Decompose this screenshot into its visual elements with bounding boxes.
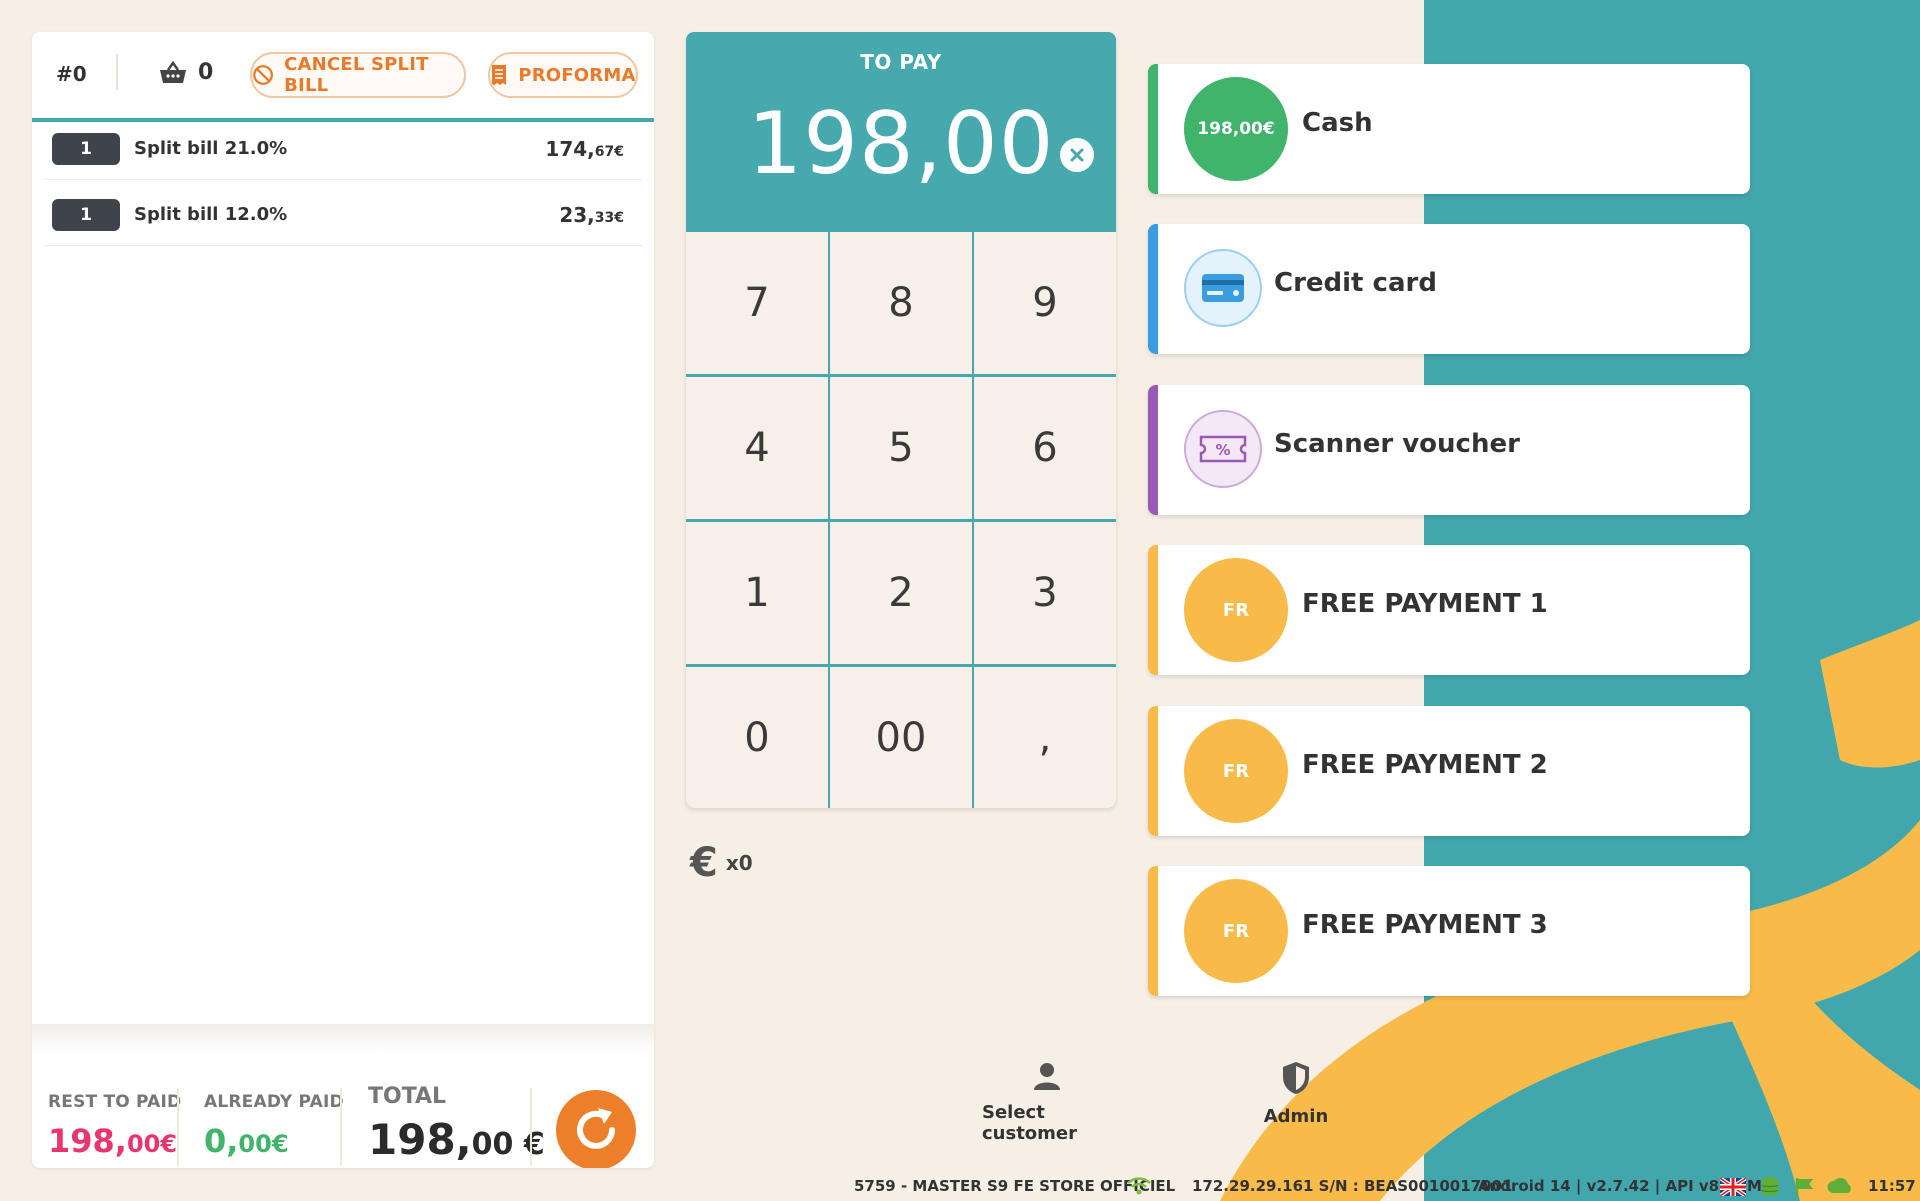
basket-counter[interactable]: 0 <box>158 60 213 85</box>
total-label: TOTAL <box>368 1084 447 1109</box>
cancel-split-bill-button[interactable]: CANCEL SPLIT BILL <box>250 52 466 98</box>
database-icon <box>1761 1177 1779 1196</box>
payment-free-2-button[interactable]: FR FREE PAYMENT 2 <box>1148 706 1750 836</box>
clock-time: 11:57 <box>1868 1177 1916 1195</box>
rest-to-pay-label: REST TO PAID <box>48 1092 182 1112</box>
status-bar: 5759 - MASTER S9 FE STORE OFFICIEL 172.2… <box>0 1172 1920 1201</box>
bill-line-amount: 23,33€ <box>559 202 624 227</box>
payment-label: FREE PAYMENT 1 <box>1302 589 1548 619</box>
footer-divider <box>340 1088 342 1166</box>
header-divider <box>116 54 118 90</box>
key-6[interactable]: 6 <box>974 377 1116 519</box>
payment-credit-card-button[interactable]: Credit card <box>1148 224 1750 354</box>
fr-circle: FR <box>1184 558 1288 662</box>
already-paid: ALREADY PAID 0,00€ <box>204 1092 344 1160</box>
euro-multiplier[interactable]: € x0 <box>690 840 753 886</box>
payment-accent <box>1148 545 1158 675</box>
quantity-badge: 1 <box>52 132 120 165</box>
key-00[interactable]: 00 <box>830 667 972 808</box>
payment-accent <box>1148 706 1158 836</box>
select-customer-button[interactable]: Select customer <box>982 1060 1112 1144</box>
wifi-icon <box>1127 1177 1151 1195</box>
payment-label: Cash <box>1302 108 1373 138</box>
payment-scanner-voucher-button[interactable]: % Scanner voucher <box>1148 385 1750 515</box>
key-5[interactable]: 5 <box>830 377 972 519</box>
footer-divider <box>530 1088 532 1166</box>
rest-to-pay-value: 198,00€ <box>48 1122 178 1160</box>
payment-accent <box>1148 385 1158 515</box>
proforma-button[interactable]: PROFORMA <box>488 52 638 98</box>
footer-divider <box>177 1088 179 1166</box>
credit-card-icon <box>1184 249 1262 327</box>
voucher-icon: % <box>1184 410 1262 488</box>
order-header: #0 0 CANCEL SPLIT BILL PROFORMA <box>32 32 654 118</box>
payment-accent <box>1148 224 1158 354</box>
total-value: 198,00 € <box>368 1115 545 1164</box>
refresh-icon <box>577 1108 615 1149</box>
payment-cash-button[interactable]: 198,00€ Cash <box>1148 64 1750 194</box>
bill-line-2[interactable]: 1 Split bill 12.0% 23,33€ <box>44 184 642 246</box>
cancel-split-bill-label: CANCEL SPLIT BILL <box>284 54 429 96</box>
already-paid-label: ALREADY PAID <box>204 1092 344 1112</box>
close-icon <box>1070 148 1084 162</box>
uk-flag-icon[interactable] <box>1720 1178 1746 1196</box>
payment-free-3-button[interactable]: FR FREE PAYMENT 3 <box>1148 866 1750 996</box>
payment-keypad: TO PAY 198,00 7 8 9 4 5 6 1 2 3 0 00 , <box>686 32 1116 808</box>
payment-accent <box>1148 866 1158 996</box>
key-9[interactable]: 9 <box>974 232 1116 374</box>
admin-button[interactable]: Admin <box>1246 1060 1346 1127</box>
euro-icon: € <box>690 840 718 886</box>
quantity-badge: 1 <box>52 198 120 231</box>
bill-line-label: Split bill 21.0% <box>134 138 288 159</box>
bill-line-label: Split bill 12.0% <box>134 204 288 225</box>
total: TOTAL 198,00 € <box>368 1084 545 1164</box>
key-7[interactable]: 7 <box>686 232 828 374</box>
bill-line-1[interactable]: 1 Split bill 21.0% 174,67€ <box>44 118 642 180</box>
order-totals: REST TO PAID 198,00€ ALREADY PAID 0,00€ … <box>32 1054 654 1168</box>
select-customer-label: Select customer <box>982 1102 1078 1144</box>
to-pay-label: TO PAY <box>860 50 942 74</box>
shield-icon <box>1283 1062 1309 1094</box>
amount-display: TO PAY 198,00 <box>686 32 1116 232</box>
key-0[interactable]: 0 <box>686 667 828 808</box>
already-paid-value: 0,00€ <box>204 1122 289 1160</box>
key-2[interactable]: 2 <box>830 522 972 664</box>
flag-icon <box>1795 1178 1813 1197</box>
network-info: 172.29.29.161 S/N : BEAS0010017001 <box>1192 1177 1513 1195</box>
key-4[interactable]: 4 <box>686 377 828 519</box>
bill-line-amount: 174,67€ <box>545 136 624 161</box>
admin-label: Admin <box>1263 1106 1329 1127</box>
refresh-button[interactable] <box>556 1090 636 1168</box>
cloud-icon <box>1827 1177 1851 1193</box>
key-8[interactable]: 8 <box>830 232 972 374</box>
keypad-grid: 7 8 9 4 5 6 1 2 3 0 00 , <box>686 232 1116 808</box>
key-3[interactable]: 3 <box>974 522 1116 664</box>
payment-label: Credit card <box>1274 268 1437 298</box>
order-panel: #0 0 CANCEL SPLIT BILL PROFORMA 1 Split … <box>32 32 654 1168</box>
key-decimal[interactable]: , <box>974 667 1116 808</box>
svg-text:%: % <box>1215 441 1230 459</box>
fr-circle: FR <box>1184 879 1288 983</box>
payment-label: FREE PAYMENT 3 <box>1302 910 1548 940</box>
footer-shade <box>32 1024 654 1054</box>
payment-label: FREE PAYMENT 2 <box>1302 750 1548 780</box>
payment-accent <box>1148 64 1158 194</box>
receipt-icon <box>492 65 507 85</box>
cash-amount-circle: 198,00€ <box>1184 77 1288 181</box>
clear-amount-button[interactable] <box>1060 138 1094 172</box>
proforma-label: PROFORMA <box>518 64 636 86</box>
rest-to-pay: REST TO PAID 198,00€ <box>48 1092 181 1160</box>
order-number: #0 <box>56 62 87 86</box>
multiplier-value: x0 <box>725 851 753 875</box>
fr-circle: FR <box>1184 719 1288 823</box>
payment-free-1-button[interactable]: FR FREE PAYMENT 1 <box>1148 545 1750 675</box>
basket-count: 0 <box>198 60 214 85</box>
basket-icon <box>160 60 186 83</box>
key-1[interactable]: 1 <box>686 522 828 664</box>
to-pay-amount: 198,00 <box>747 94 1055 194</box>
user-icon <box>1034 1063 1060 1090</box>
payment-label: Scanner voucher <box>1274 429 1520 459</box>
cancel-icon <box>253 65 273 85</box>
